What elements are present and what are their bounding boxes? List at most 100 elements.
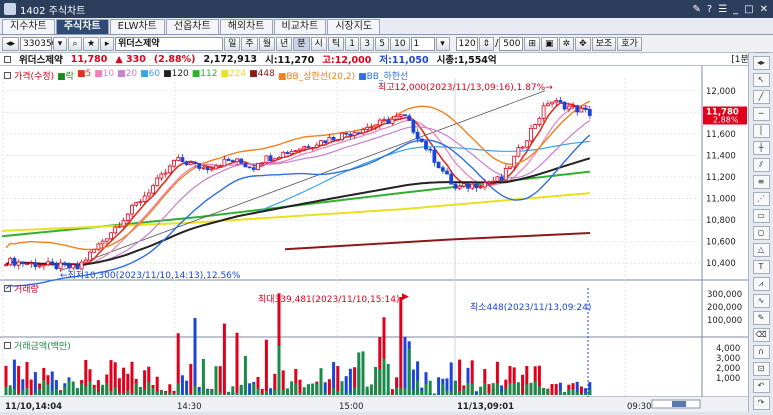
minute-1[interactable]: 1: [345, 37, 359, 51]
candle-body: [26, 264, 29, 265]
tab-compare-chart[interactable]: 비교차트: [274, 19, 327, 34]
legend-item[interactable]: ■224: [220, 69, 246, 82]
tool-fan-icon[interactable]: ⋰: [753, 192, 770, 206]
info-checkbox[interactable]: [4, 56, 11, 63]
amount-bar: [311, 384, 314, 395]
favorite-icon[interactable]: ★: [83, 37, 99, 51]
menu-button[interactable]: ☰: [718, 4, 727, 15]
pin-icon[interactable]: ✎: [692, 4, 700, 15]
tool-circle-icon[interactable]: ○: [753, 226, 770, 240]
minute-5[interactable]: 5: [375, 37, 389, 51]
legend-item[interactable]: ■5: [77, 69, 91, 82]
legend-item[interactable]: ■120: [163, 69, 189, 82]
info-mcap: 시총:1,554억: [437, 52, 497, 66]
tab-overseas-chart[interactable]: 해외차트: [220, 19, 273, 34]
help-button[interactable]: ?: [707, 4, 712, 15]
legend-item[interactable]: ■112: [192, 69, 218, 82]
minute-10[interactable]: 10: [390, 37, 409, 51]
price-chart-svg[interactable]: 12,00011,80011,60011,40011,20011,00010,8…: [0, 66, 748, 412]
volume-checkbox[interactable]: [4, 285, 11, 292]
amount-bar: [143, 389, 146, 395]
maximize-button[interactable]: □: [744, 4, 753, 15]
tool-text-icon[interactable]: T: [753, 260, 770, 274]
tool-rect-icon[interactable]: ▭: [753, 209, 770, 223]
tool-arrow-icon[interactable]: ◂▸: [753, 56, 770, 70]
candle-body: [290, 151, 293, 153]
tool-hline-icon[interactable]: ─: [753, 107, 770, 121]
count-spin-icon[interactable]: ⇕: [479, 37, 495, 51]
amount-bar: [294, 383, 297, 395]
add-chart-icon[interactable]: ⊞: [524, 37, 540, 51]
candle-body: [236, 159, 239, 162]
candle-body: [135, 203, 138, 206]
tool-pen-icon[interactable]: ✎: [753, 311, 770, 325]
tool-wave-icon[interactable]: ∿: [753, 294, 770, 308]
candle-body: [399, 115, 402, 117]
code-dropdown-icon[interactable]: ▾: [53, 37, 67, 51]
candle-body: [383, 120, 386, 121]
tool-redo-icon[interactable]: ↷: [753, 396, 770, 410]
tool-channel-icon[interactable]: ⫽: [753, 158, 770, 172]
period-year[interactable]: 년: [276, 37, 292, 51]
tool-zigzag-icon[interactable]: ⩘: [753, 277, 770, 291]
save-icon[interactable]: ▣: [541, 37, 558, 51]
count-input[interactable]: 120: [456, 37, 478, 51]
tab-market-map[interactable]: 시장지도: [327, 19, 380, 34]
amount-bar: [236, 393, 239, 395]
close-button[interactable]: ✕: [760, 4, 768, 15]
tab-stock-chart[interactable]: 주식차트: [56, 19, 109, 34]
candle-body: [110, 233, 113, 239]
period-month[interactable]: 월: [259, 37, 275, 51]
legend-item[interactable]: ■락: [57, 69, 74, 82]
amount-bar: [206, 390, 209, 395]
amount-bar: [315, 384, 318, 395]
minimize-button[interactable]: _: [733, 4, 738, 15]
tool-cursor-icon[interactable]: ↖: [753, 73, 770, 87]
info-volume: 2,172,913: [203, 54, 257, 65]
tab-elw-chart[interactable]: ELW차트: [110, 19, 165, 34]
stock-code-input[interactable]: 330350: [20, 37, 52, 51]
minute-3[interactable]: 3: [360, 37, 374, 51]
amount-checkbox[interactable]: [4, 342, 11, 349]
legend-item[interactable]: ■448: [249, 69, 275, 82]
period-hour[interactable]: 시: [311, 37, 327, 51]
candle-body: [462, 184, 465, 187]
legend-checkbox[interactable]: [4, 72, 11, 79]
period-minute[interactable]: 분: [293, 37, 309, 51]
candle-body: [362, 129, 365, 132]
tab-futures-chart[interactable]: 선옵차트: [166, 19, 219, 34]
toggle-left-icon[interactable]: ◂▸: [2, 37, 19, 51]
tool-undo-icon[interactable]: ↶: [753, 379, 770, 393]
tool-triangle-icon[interactable]: △: [753, 243, 770, 257]
tool-line-icon[interactable]: ╱: [753, 90, 770, 104]
tab-index-chart[interactable]: 지수차트: [2, 19, 55, 34]
tool-lock-icon[interactable]: ⊡: [753, 362, 770, 376]
tool-cross-icon[interactable]: ┼: [753, 141, 770, 155]
search-icon[interactable]: ⌕: [68, 37, 82, 51]
candle-body: [353, 133, 356, 136]
tool-eraser-icon[interactable]: ⌫: [753, 328, 770, 342]
total-input[interactable]: 500: [499, 37, 523, 51]
next-stock-icon[interactable]: ▸: [100, 37, 114, 51]
aux-button[interactable]: 보조: [592, 37, 617, 51]
volume-bar: [391, 389, 394, 395]
tool-fibo-icon[interactable]: ≡: [753, 175, 770, 189]
minute-dropdown-icon[interactable]: ▾: [436, 37, 450, 51]
chart-area[interactable]: 12,00011,80011,60011,40011,20011,00010,8…: [0, 66, 748, 412]
period-day[interactable]: 일: [224, 37, 240, 51]
quote-button[interactable]: 호가: [617, 37, 642, 51]
tool-magnet-icon[interactable]: ∩: [753, 345, 770, 359]
legend-item[interactable]: ■BB_상한선(20,2): [278, 69, 355, 82]
crosshair-icon[interactable]: ✥: [575, 37, 591, 51]
period-week[interactable]: 주: [241, 37, 257, 51]
settings-icon[interactable]: ✲: [559, 37, 575, 51]
candle-body: [479, 187, 482, 188]
minute-value-input[interactable]: 1: [411, 37, 435, 51]
candle-body: [542, 106, 545, 118]
legend-item[interactable]: ■10: [94, 69, 114, 82]
volume-bar: [194, 318, 197, 395]
period-tick[interactable]: 틱: [328, 37, 344, 51]
tool-vline-icon[interactable]: │: [753, 124, 770, 138]
legend-item[interactable]: ■20: [117, 69, 137, 82]
legend-item[interactable]: ■60: [140, 69, 160, 82]
